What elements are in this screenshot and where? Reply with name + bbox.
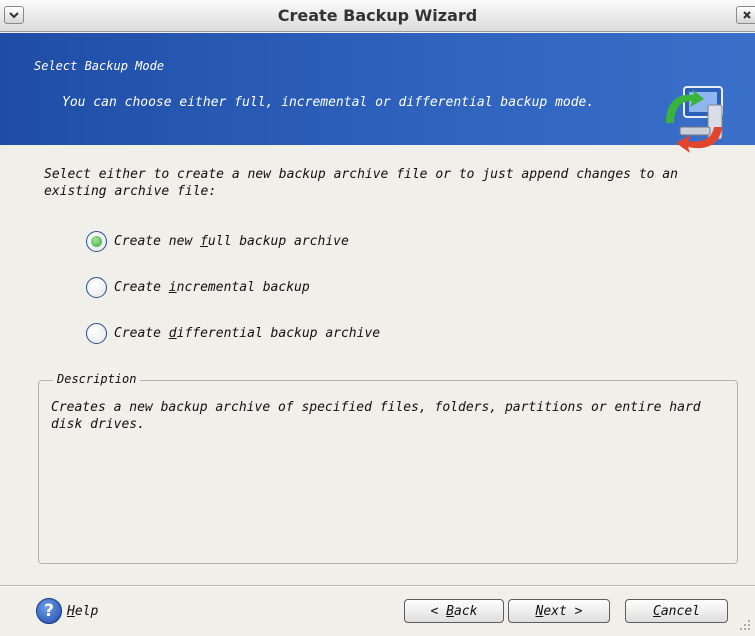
wizard-header: Select Backup Mode You can choose either… [0,33,755,153]
close-icon [743,11,751,19]
back-button[interactable]: < Back [404,599,504,623]
radio-differential-backup[interactable]: Create differential backup archive [86,322,380,344]
next-button[interactable]: Next > [508,599,610,623]
help-icon[interactable]: ? [36,598,62,624]
radio-label: Create differential backup archive [114,325,381,341]
radio-label: Create new full backup archive [114,233,349,249]
help-button[interactable]: Help [67,604,98,619]
backup-computer-icon [666,86,723,153]
header-description: You can choose either full, incremental … [62,95,595,110]
title-bar[interactable]: Create Backup Wizard [0,0,755,32]
header-title: Select Backup Mode [34,59,165,73]
description-legend: Description [53,372,141,386]
radio-button[interactable] [86,276,107,298]
radio-incremental-backup[interactable]: Create incremental backup [86,276,310,298]
radio-button[interactable] [86,322,107,344]
radio-button-checked[interactable] [86,230,107,252]
description-group: Description Creates a new backup archive… [38,372,738,564]
intro-text: Select either to create a new backup arc… [44,167,678,199]
radio-full-backup[interactable]: Create new full backup archive [86,230,349,252]
separator [0,585,755,587]
close-button[interactable] [736,6,755,24]
description-text: Creates a new backup archive of specifie… [51,400,701,432]
window-title: Create Backup Wizard [277,6,478,25]
radio-label: Create incremental backup [114,279,310,295]
cancel-button[interactable]: Cancel [625,599,728,623]
resize-grip-icon[interactable] [738,618,752,632]
